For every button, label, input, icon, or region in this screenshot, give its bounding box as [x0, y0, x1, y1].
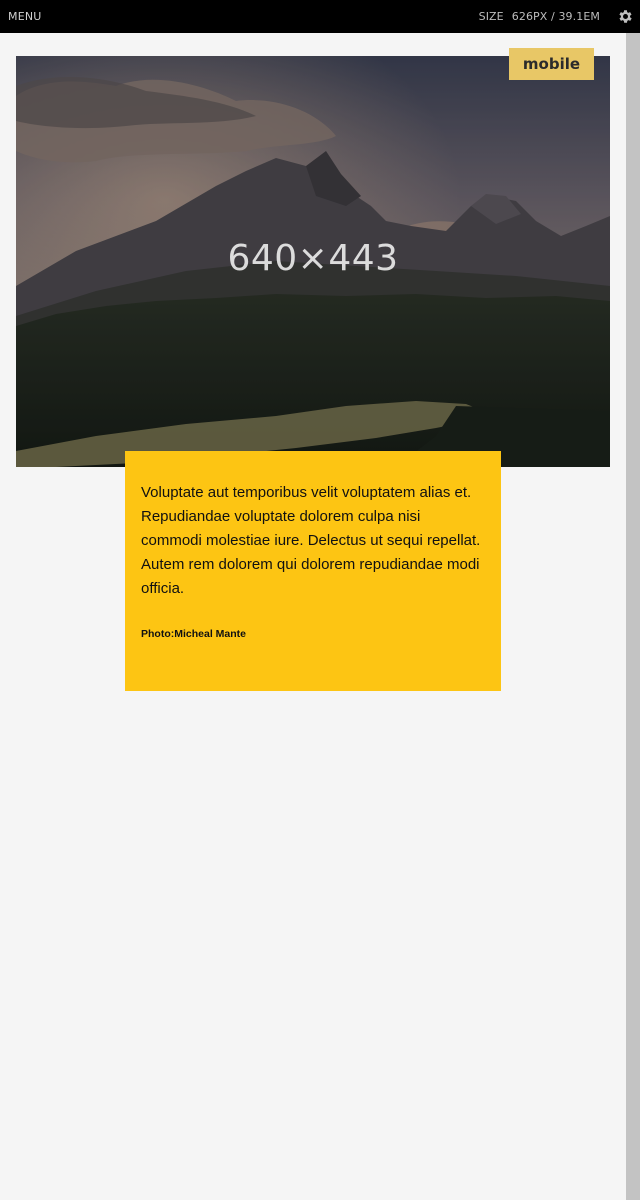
viewport-size-readout: SIZE 626PX / 39.1EM	[479, 10, 600, 23]
caption-card: Voluptate aut temporibus velit voluptate…	[125, 451, 501, 691]
size-em-value: 39.1EM	[558, 10, 600, 23]
top-toolbar: MENU SIZE 626PX / 39.1EM	[0, 0, 640, 33]
size-label: SIZE	[478, 10, 504, 23]
hero-image: 640×443	[16, 56, 610, 467]
size-px-value: 626PX	[511, 10, 548, 23]
gear-icon[interactable]	[617, 8, 634, 25]
size-separator: /	[551, 10, 555, 23]
image-placeholder-label: 640×443	[227, 238, 399, 279]
caption-text: Voluptate aut temporibus velit voluptate…	[141, 484, 481, 597]
page-viewport: 640×443 mobile Voluptate aut temporibus …	[0, 33, 626, 1200]
photo-credit: Photo:Micheal Mante	[141, 628, 247, 640]
menu-button[interactable]: MENU	[8, 10, 42, 23]
vertical-scrollbar[interactable]	[626, 33, 640, 1200]
breakpoint-badge: mobile	[509, 48, 594, 80]
